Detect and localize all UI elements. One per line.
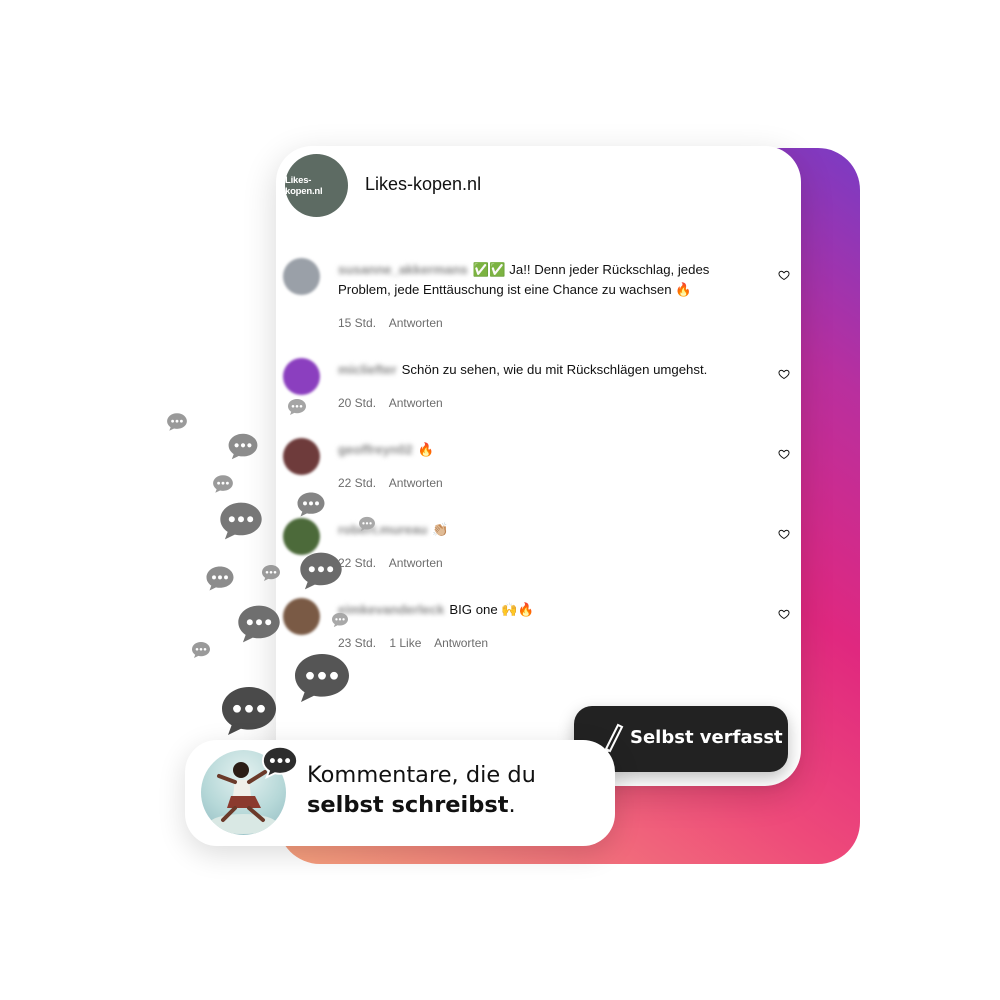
comment-meta: 20 Std. Antworten	[338, 396, 453, 410]
chat-bubble-icon	[332, 612, 348, 628]
comment-time: 15 Std.	[338, 316, 377, 330]
heart-icon[interactable]	[778, 269, 790, 281]
chat-bubble-icon	[213, 475, 233, 493]
badge-label: Selbst verfasst	[630, 727, 783, 748]
comment-text: BIG one 🙌🔥	[449, 602, 535, 617]
feature-banner: Kommentare, die du selbst schreibst.	[185, 740, 615, 846]
reply-link[interactable]: Antworten	[389, 396, 443, 410]
chat-bubble-icon	[288, 399, 306, 415]
heart-icon[interactable]	[778, 368, 790, 380]
comment-meta: 22 Std. Antworten	[338, 476, 453, 490]
chat-bubble-icon	[359, 516, 375, 532]
chat-bubble-icon	[192, 642, 210, 658]
comment-item: micliefter Schön zu sehen, wie du mit Rüc…	[276, 358, 801, 438]
comment-body: robert.mureau 👏🏼	[338, 520, 738, 540]
comment-text: 👏🏼	[432, 522, 449, 537]
chat-bubble-icon	[206, 566, 234, 591]
comment-time: 23 Std.	[338, 636, 377, 650]
chat-bubble-icon	[238, 605, 280, 643]
chat-bubble-icon	[220, 502, 262, 540]
chat-bubble-icon	[222, 687, 276, 735]
comment-time: 22 Std.	[338, 476, 377, 490]
avatar[interactable]	[283, 598, 320, 635]
heart-icon[interactable]	[778, 448, 790, 460]
comment-item: robert.mureau 👏🏼 22 Std. Antworten	[276, 518, 801, 598]
comment-item: geoffreyn02 🔥 22 Std. Antworten	[276, 438, 801, 518]
comment-item: eimkevanderleck BIG one 🙌🔥 23 Std. 1 Like…	[276, 598, 801, 678]
reply-link[interactable]: Antworten	[434, 636, 488, 650]
chat-bubble-icon	[261, 745, 299, 780]
reply-link[interactable]: Antworten	[389, 476, 443, 490]
banner-period: .	[508, 792, 516, 818]
comment-body: susanne_akkermans ✅✅ Ja!! Denn jeder Rück…	[338, 260, 738, 300]
comment-username[interactable]: robert.mureau	[338, 522, 427, 537]
profile-name[interactable]: Likes-kopen.nl	[365, 174, 481, 195]
comment-body: geoffreyn02 🔥	[338, 440, 738, 460]
comment-likes[interactable]: 1 Like	[389, 636, 421, 650]
reply-link[interactable]: Antworten	[389, 316, 443, 330]
chat-bubble-icon	[300, 552, 342, 590]
heart-icon[interactable]	[778, 528, 790, 540]
comment-text: Schön zu sehen, wie du mit Rückschlägen …	[401, 362, 708, 377]
comment-meta: 15 Std. Antworten	[338, 316, 453, 330]
comment-body: micliefter Schön zu sehen, wie du mit Rüc…	[338, 360, 738, 380]
banner-bold-text: selbst schreibst	[307, 792, 509, 818]
chat-bubble-icon	[167, 413, 187, 431]
comment-body: eimkevanderleck BIG one 🙌🔥	[338, 600, 738, 620]
comment-text: 🔥	[417, 442, 435, 457]
avatar[interactable]	[283, 438, 320, 475]
comment-time: 20 Std.	[338, 396, 377, 410]
reply-link[interactable]: Antworten	[389, 556, 443, 570]
banner-text: Kommentare, die du selbst schreibst.	[307, 760, 536, 820]
profile-avatar-text: Likes-kopen.nl	[285, 174, 323, 197]
chat-bubble-icon	[228, 433, 258, 460]
profile-avatar[interactable]: Likes-kopen.nl	[285, 154, 348, 217]
comment-meta: 22 Std. Antworten	[338, 556, 453, 570]
comment-item: susanne_akkermans ✅✅ Ja!! Denn jeder Rück…	[276, 258, 801, 338]
heart-icon[interactable]	[778, 608, 790, 620]
comment-username[interactable]: micliefter	[338, 362, 397, 377]
comment-username[interactable]: susanne_akkermans	[338, 262, 468, 277]
comment-meta: 23 Std. 1 Like Antworten	[338, 636, 498, 650]
banner-line-1: Kommentare, die du	[307, 762, 536, 788]
avatar[interactable]	[283, 358, 320, 395]
comments-panel: Likes-kopen.nl Likes-kopen.nl susanne_ak…	[276, 146, 801, 786]
chat-bubble-icon	[262, 565, 280, 581]
chat-bubble-icon	[297, 492, 325, 517]
comment-username[interactable]: geoffreyn02	[338, 442, 413, 457]
banner-line-2: selbst schreibst.	[307, 790, 536, 820]
comment-username[interactable]: eimkevanderleck	[338, 602, 444, 617]
chat-bubble-icon	[295, 654, 349, 702]
avatar[interactable]	[283, 258, 320, 295]
